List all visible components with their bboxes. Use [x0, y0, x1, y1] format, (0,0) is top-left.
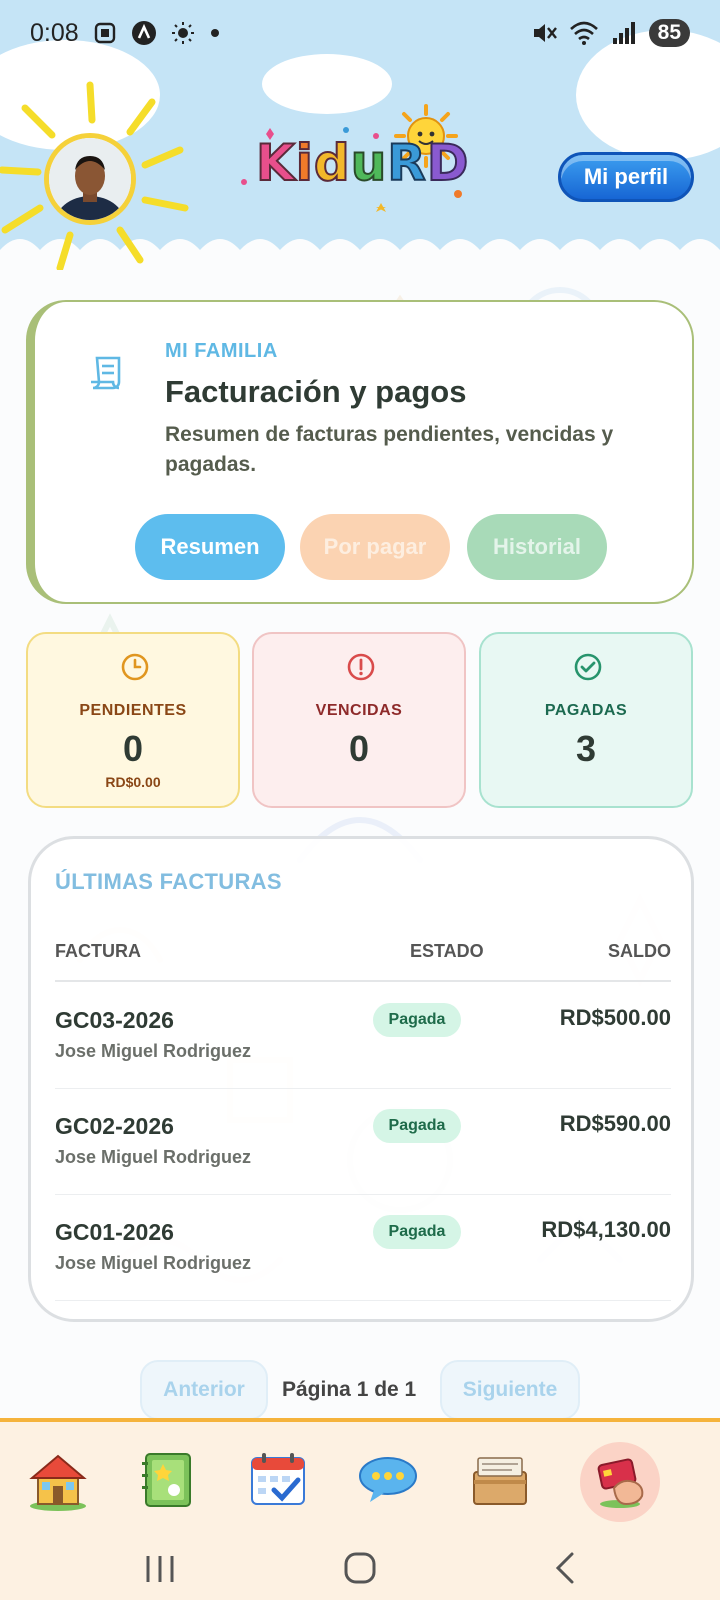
home-icon[interactable] — [26, 1448, 90, 1512]
notebook-icon[interactable] — [136, 1448, 200, 1512]
stat-value: 0 — [122, 728, 144, 769]
wifi-icon — [569, 21, 598, 45]
check-circle-icon — [574, 653, 602, 681]
invoice-balance: RD$590.00 — [559, 1111, 671, 1136]
logo-sparkles — [241, 127, 462, 212]
bottom-navigation — [0, 1418, 720, 1600]
status-bar: 0:08 85 — [0, 0, 720, 66]
app-notification-icon — [131, 21, 156, 45]
my-profile-button[interactable]: Mi perfil — [558, 152, 694, 202]
column-balance: SALDO — [608, 941, 671, 961]
stat-card-pending[interactable]: PENDIENTES 0 RD$0.00 — [26, 632, 240, 808]
invoice-customer: Jose Miguel Rodriguez — [55, 1253, 252, 1273]
stat-label: PAGADAS — [544, 702, 628, 719]
stat-card-overdue[interactable]: VENCIDAS 0 — [252, 632, 466, 808]
invoice-customer: Jose Miguel Rodriguez — [55, 1147, 252, 1167]
column-status: ESTADO — [410, 941, 484, 961]
invoice-number: GC01-2026 — [55, 1219, 174, 1245]
system-navigation-bar — [146, 1552, 574, 1584]
invoice-row[interactable]: GC02-2026 Jose Miguel Rodriguez Pagada R… — [55, 1089, 671, 1195]
alert-circle-icon — [347, 653, 375, 681]
page-indicator: Página 1 de 1 — [282, 1378, 417, 1401]
stat-label: VENCIDAS — [315, 702, 403, 719]
latest-invoices-card: ÚLTIMAS FACTURAS FACTURA ESTADO SALDO GC… — [28, 836, 694, 1322]
column-invoice: FACTURA — [55, 941, 141, 961]
page-description: Resumen de facturas pendientes, vencidas… — [165, 423, 614, 476]
stat-label: PENDIENTES — [79, 702, 187, 719]
status-badge: Pagada — [373, 1215, 461, 1249]
recent-apps-icon[interactable] — [146, 1556, 174, 1582]
receipt-icon — [91, 356, 121, 390]
page-title: Facturación y pagos — [165, 374, 467, 409]
next-page-button[interactable]: Siguiente — [440, 1360, 580, 1420]
invoices-table-header: FACTURA ESTADO SALDO — [55, 941, 671, 971]
invoice-balance: RD$500.00 — [559, 1005, 671, 1030]
section-eyebrow: MI FAMILIA — [165, 340, 278, 362]
invoice-number: GC03-2026 — [55, 1007, 174, 1033]
status-time: 0:08 — [30, 18, 79, 47]
tab-historial[interactable]: Historial — [467, 514, 607, 580]
battery-indicator: 85 — [648, 19, 690, 47]
documents-icon[interactable] — [468, 1448, 532, 1512]
mute-icon — [533, 24, 557, 42]
previous-page-button[interactable]: Anterior — [140, 1360, 268, 1420]
back-icon[interactable] — [555, 1552, 574, 1584]
table-divider — [55, 980, 671, 982]
invoice-number: GC02-2026 — [55, 1113, 174, 1139]
status-badge: Pagada — [373, 1109, 461, 1143]
invoices-title: ÚLTIMAS FACTURAS — [55, 869, 282, 894]
tab-por-pagar[interactable]: Por pagar — [300, 514, 450, 580]
kidurd-logo: KiduRD — [236, 102, 476, 222]
billing-summary-card: MI FAMILIA Facturación y pagos Resumen d… — [26, 300, 694, 604]
invoice-balance: RD$4,130.00 — [541, 1217, 671, 1242]
invoice-customer: Jose Miguel Rodriguez — [55, 1041, 252, 1061]
invoice-row[interactable]: GC03-2026 Jose Miguel Rodriguez Pagada R… — [55, 983, 671, 1089]
avatar-photo — [49, 138, 131, 220]
dot-icon — [210, 29, 219, 37]
stat-value: 0 — [348, 728, 370, 769]
calendar-icon[interactable] — [246, 1448, 310, 1512]
home-circle-icon[interactable] — [344, 1552, 376, 1584]
screenshot-icon — [94, 22, 115, 44]
payments-icon[interactable] — [588, 1448, 652, 1512]
signal-icon — [612, 22, 635, 44]
brightness-icon — [171, 22, 194, 44]
stat-value: 3 — [575, 728, 597, 769]
app-header: 0:08 85 KiduRD Mi perfil — [0, 0, 720, 275]
clock-icon — [121, 653, 149, 681]
stat-amount: RD$0.00 — [105, 774, 161, 790]
status-badge: Pagada — [373, 1003, 461, 1037]
user-avatar[interactable] — [44, 133, 136, 225]
invoice-row[interactable]: GC01-2026 Jose Miguel Rodriguez Pagada R… — [55, 1195, 671, 1301]
tab-resumen[interactable]: Resumen — [135, 514, 285, 580]
stat-card-paid[interactable]: PAGADAS 3 — [479, 632, 693, 808]
chat-icon[interactable] — [356, 1448, 420, 1512]
